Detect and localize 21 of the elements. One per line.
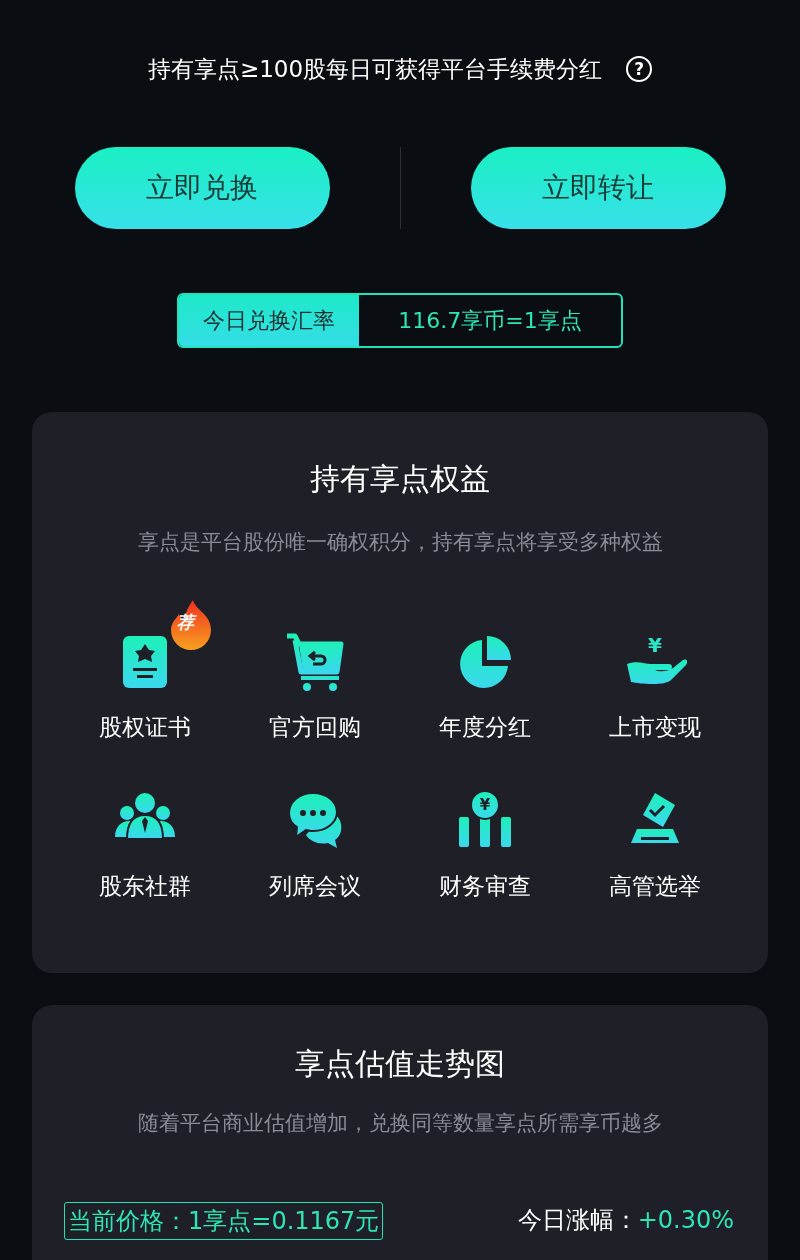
- action-button[interactable]: 立即兑换: [74, 146, 330, 229]
- benefit-label: 高管选举: [609, 871, 701, 901]
- benefit-label: 列席会议: [269, 871, 361, 901]
- benefit-label: 官方回购: [269, 713, 361, 742]
- benefit-label: 年度分红: [439, 713, 531, 742]
- benefit-label: 上市变现: [609, 713, 701, 742]
- flame-icon: [169, 600, 213, 650]
- daily-change: 今日涨幅：+0.30%: [517, 1204, 734, 1236]
- help-button[interactable]: ?: [626, 56, 653, 83]
- section-title: 持有享点权益: [309, 459, 491, 498]
- current-price: 当前价格：1享点=0.1167元: [64, 1201, 384, 1240]
- benefit-label: 股东社群: [99, 871, 191, 901]
- benefit-label: 股权证书: [99, 713, 191, 742]
- notice-text: 持有享点≥100股每日可获得平台手续费分红: [147, 55, 603, 84]
- rate-label: 今日兑换汇率: [203, 306, 335, 335]
- rate-value: 116.7享币=1享点: [398, 306, 582, 335]
- section-title: 享点估值走势图: [294, 1045, 506, 1083]
- section-subtitle: 享点是平台股份唯一确权积分，持有享点将享受多种权益: [136, 528, 664, 556]
- action-button[interactable]: 立即转让: [470, 146, 726, 229]
- section-subtitle: 随着平台商业估值增加，兑换同等数量享点所需享币越多: [136, 1110, 664, 1137]
- benefit-label: 财务审查: [439, 871, 531, 901]
